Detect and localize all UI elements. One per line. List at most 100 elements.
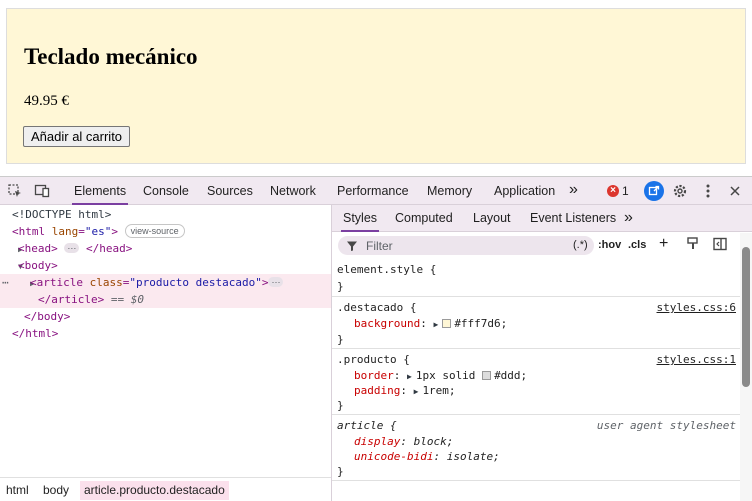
styles-scrollbar[interactable]: [740, 233, 752, 501]
declaration-unicode-bidi[interactable]: unicode-bidi: isolate;: [354, 449, 500, 465]
color-swatch[interactable]: [442, 319, 452, 328]
property-value: #fff7d6;: [454, 317, 508, 330]
tab-console[interactable]: Console: [143, 177, 189, 205]
rule-close-brace: }: [337, 465, 344, 478]
article-collapsed-dots[interactable]: ⋯: [268, 277, 284, 287]
rule-close-brace: }: [337, 333, 344, 346]
tab-styles[interactable]: Styles: [340, 205, 380, 232]
property-value: 1px solid: [415, 369, 476, 382]
devtools-panel: Elements Console Sources Network Perform…: [0, 176, 752, 501]
styles-subtabs: Styles Computed Layout Event Listeners »: [332, 205, 752, 232]
product-card: Teclado mecánico 49.95 € Añadir al carri…: [6, 8, 746, 164]
sidebar-toggle-icon[interactable]: [713, 237, 727, 254]
article-close-tag: </article>: [38, 293, 105, 306]
property-value: 1rem;: [422, 384, 456, 397]
view-source-badge[interactable]: view-source: [124, 224, 185, 238]
dom-node-html-close[interactable]: </html>: [0, 325, 331, 342]
head-collapsed-dots[interactable]: ⋯: [64, 243, 80, 253]
dom-node-body-close[interactable]: </body>: [0, 308, 331, 325]
tab-computed[interactable]: Computed: [395, 205, 453, 232]
rule-selector: article {: [337, 419, 397, 432]
rule-source-link[interactable]: styles.css:1: [657, 352, 736, 368]
error-count: 1: [622, 184, 629, 198]
hov-button[interactable]: :hov: [598, 239, 621, 251]
rule-destacado[interactable]: .destacado { styles.css:6 background: ▶ #…: [332, 298, 742, 349]
tab-application[interactable]: Application: [494, 177, 555, 205]
kebab-menu-icon[interactable]: [698, 181, 718, 201]
property-name: border: [354, 369, 394, 382]
tab-sources[interactable]: Sources: [207, 177, 253, 205]
cls-button[interactable]: .cls: [628, 239, 646, 251]
new-rule-icon[interactable]: +: [659, 235, 668, 253]
html-open-tag: <html: [12, 225, 46, 238]
rule-source-label: user agent stylesheet: [596, 419, 736, 432]
html-close-bracket: >: [111, 225, 118, 238]
dom-node-body[interactable]: ▼<body>: [0, 257, 331, 274]
breadcrumb-body[interactable]: body: [39, 481, 73, 500]
inspect-element-icon[interactable]: [5, 181, 25, 201]
rule-element-style[interactable]: element.style { }: [332, 260, 742, 297]
property-value: isolate;: [446, 450, 500, 463]
dom-node-html[interactable]: <html lang="es"> view-source: [0, 223, 331, 240]
device-toolbar-icon[interactable]: [32, 181, 52, 201]
tab-memory[interactable]: Memory: [427, 177, 472, 205]
selected-node-marker: == $0: [110, 293, 144, 306]
article-close-bracket: >: [261, 276, 269, 289]
error-count-badge[interactable]: × 1: [607, 184, 629, 198]
tab-layout[interactable]: Layout: [473, 205, 511, 232]
rule-article-user-agent[interactable]: article { user agent stylesheet display:…: [332, 416, 742, 481]
dom-node-doctype[interactable]: <!DOCTYPE html>: [0, 206, 331, 223]
regex-label: .*: [576, 239, 585, 251]
more-tabs-button[interactable]: »: [569, 177, 578, 205]
product-price: 49.95 €: [24, 93, 69, 109]
rule-source-link[interactable]: styles.css:6: [657, 300, 736, 316]
tab-network[interactable]: Network: [270, 177, 316, 205]
head-close-tag: </head>: [86, 242, 133, 255]
breadcrumb-html[interactable]: html: [2, 481, 33, 500]
rule-selector: .producto {: [337, 353, 410, 366]
error-icon: ×: [607, 185, 619, 197]
property-value: block;: [413, 435, 454, 448]
tab-event-listeners[interactable]: Event Listeners: [530, 205, 616, 232]
rule-close-brace: }: [337, 399, 344, 412]
breadcrumb-article[interactable]: article.producto.destacado: [80, 481, 229, 500]
sync-icon[interactable]: [644, 181, 664, 201]
tab-performance[interactable]: Performance: [337, 177, 409, 205]
regex-toggle[interactable]: (.*): [573, 239, 588, 251]
paint-brush-icon[interactable]: [686, 237, 700, 254]
add-to-cart-button[interactable]: Añadir al carrito: [23, 126, 131, 147]
html-attr-value: "es": [84, 225, 112, 238]
dom-node-article[interactable]: ⋯ ▶<article class="producto destacado"> ⋯: [0, 274, 331, 291]
expand-triangle-icon[interactable]: ▶: [0, 241, 23, 258]
dom-node-head[interactable]: ▶<head> ⋯ </head>: [0, 240, 331, 257]
close-icon[interactable]: [725, 181, 745, 201]
html-attr-name: lang: [51, 225, 79, 238]
devtools-toolbar: Elements Console Sources Network Perform…: [0, 177, 752, 205]
breadcrumb: html body article.producto.destacado: [0, 477, 331, 501]
rule-selector: .destacado {: [337, 301, 417, 314]
declaration-display[interactable]: display: block;: [354, 434, 453, 450]
declaration-border[interactable]: border: ▶ 1px solid #ddd;: [354, 368, 527, 384]
collapse-triangle-icon[interactable]: ▼: [0, 258, 23, 275]
color-swatch[interactable]: [482, 371, 492, 380]
gear-icon[interactable]: [670, 181, 690, 201]
expand-triangle-icon[interactable]: ▶: [414, 384, 419, 400]
styles-filter-bar: Filter (.*) :hov .cls +: [332, 233, 742, 259]
gutter-dots[interactable]: ⋯: [2, 274, 9, 291]
body-close-tag: </body>: [24, 310, 71, 323]
expand-triangle-icon[interactable]: ▶: [433, 317, 438, 333]
rule-selector: element.style {: [337, 263, 437, 276]
doctype-text: <!DOCTYPE html>: [12, 208, 112, 221]
head-open-tag: <head>: [18, 242, 58, 255]
property-name: background: [354, 317, 421, 330]
declaration-padding[interactable]: padding: ▶ 1rem;: [354, 383, 456, 399]
article-attr-value: "producto destacado": [129, 276, 262, 289]
tab-elements[interactable]: Elements: [71, 177, 129, 205]
scrollbar-thumb[interactable]: [742, 247, 750, 387]
styles-pane: Styles Computed Layout Event Listeners »…: [331, 205, 752, 501]
dom-node-article-close[interactable]: </article> == $0: [0, 291, 331, 308]
more-subtabs-button[interactable]: »: [624, 205, 633, 232]
rule-producto[interactable]: .producto { styles.css:1 border: ▶ 1px so…: [332, 350, 742, 415]
filter-placeholder: Filter: [366, 239, 393, 253]
declaration-background[interactable]: background: ▶ #fff7d6;: [354, 316, 507, 332]
